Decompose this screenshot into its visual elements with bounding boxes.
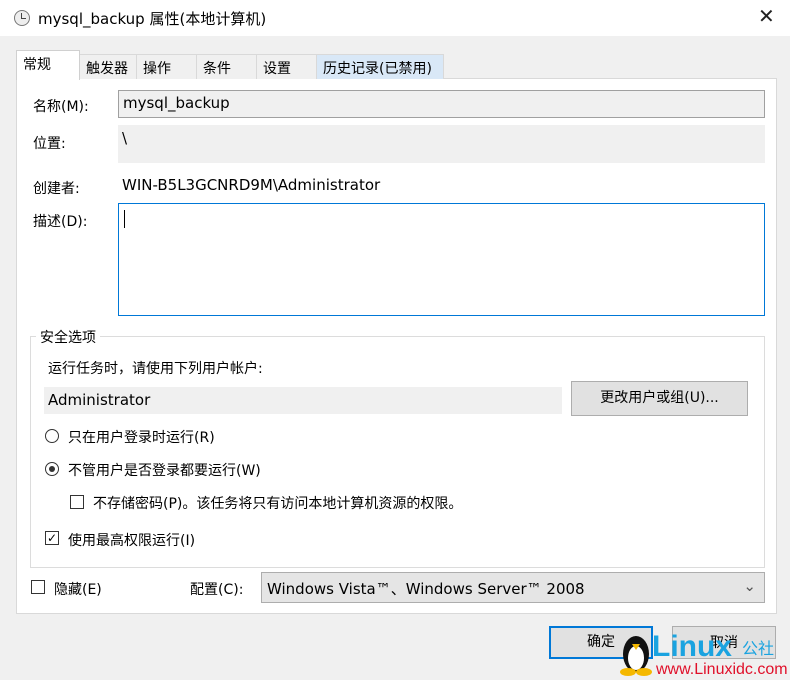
no-store-password-checkbox[interactable]	[70, 495, 84, 509]
tab-history[interactable]: 历史记录(已禁用)	[316, 54, 444, 79]
clock-icon	[14, 10, 30, 26]
tab-settings[interactable]: 设置	[256, 54, 317, 79]
tab-triggers[interactable]: 触发器	[79, 54, 137, 79]
name-label: 名称(M):	[33, 99, 89, 115]
location-label: 位置:	[33, 136, 66, 152]
security-options-title: 安全选项	[36, 327, 100, 347]
description-label: 描述(D):	[33, 214, 88, 230]
radio-whether-label[interactable]: 不管用户是否登录都要运行(W)	[68, 460, 261, 480]
name-field[interactable]: mysql_backup	[118, 90, 765, 118]
configure-select[interactable]: Windows Vista™、Windows Server™ 2008 ⌄	[261, 572, 765, 603]
change-user-button[interactable]: 更改用户或组(U)...	[571, 381, 748, 416]
user-account-field: Administrator	[44, 387, 562, 414]
tab-conditions[interactable]: 条件	[196, 54, 257, 79]
configure-label: 配置(C):	[190, 582, 244, 598]
close-button[interactable]: ✕	[758, 4, 775, 28]
window-title: mysql_backup 属性(本地计算机)	[38, 10, 267, 28]
description-textarea[interactable]	[118, 203, 765, 316]
hidden-checkbox[interactable]	[31, 580, 45, 594]
tab-actions[interactable]: 操作	[136, 54, 197, 79]
author-value: WIN-B5L3GCNRD9M\Administrator	[122, 176, 381, 194]
highest-privileges-label[interactable]: 使用最高权限运行(I)	[68, 530, 195, 550]
watermark-logo: Linux 公社 www.Linuxidc.com	[612, 624, 790, 678]
configure-value: Windows Vista™、Windows Server™ 2008	[267, 580, 585, 598]
author-label: 创建者:	[33, 181, 80, 197]
svg-text:www.Linuxidc.com: www.Linuxidc.com	[655, 661, 788, 676]
chevron-down-icon: ⌄	[743, 577, 756, 595]
tab-general[interactable]: 常规	[16, 50, 80, 80]
svg-text:Linux: Linux	[652, 630, 732, 663]
hidden-label[interactable]: 隐藏(E)	[54, 579, 102, 599]
text-caret	[124, 210, 125, 228]
no-store-password-label[interactable]: 不存储密码(P)。该任务将只有访问本地计算机资源的权限。	[93, 493, 462, 513]
highest-privileges-checkbox[interactable]: ✓	[45, 531, 59, 545]
run-as-label: 运行任务时，请使用下列用户帐户:	[48, 361, 263, 377]
radio-logged-on-label[interactable]: 只在用户登录时运行(R)	[68, 427, 215, 447]
radio-whether-logged-on[interactable]	[45, 462, 59, 476]
svg-text:公社: 公社	[742, 639, 774, 658]
location-value: \	[118, 125, 765, 163]
radio-logged-on[interactable]	[45, 429, 59, 443]
